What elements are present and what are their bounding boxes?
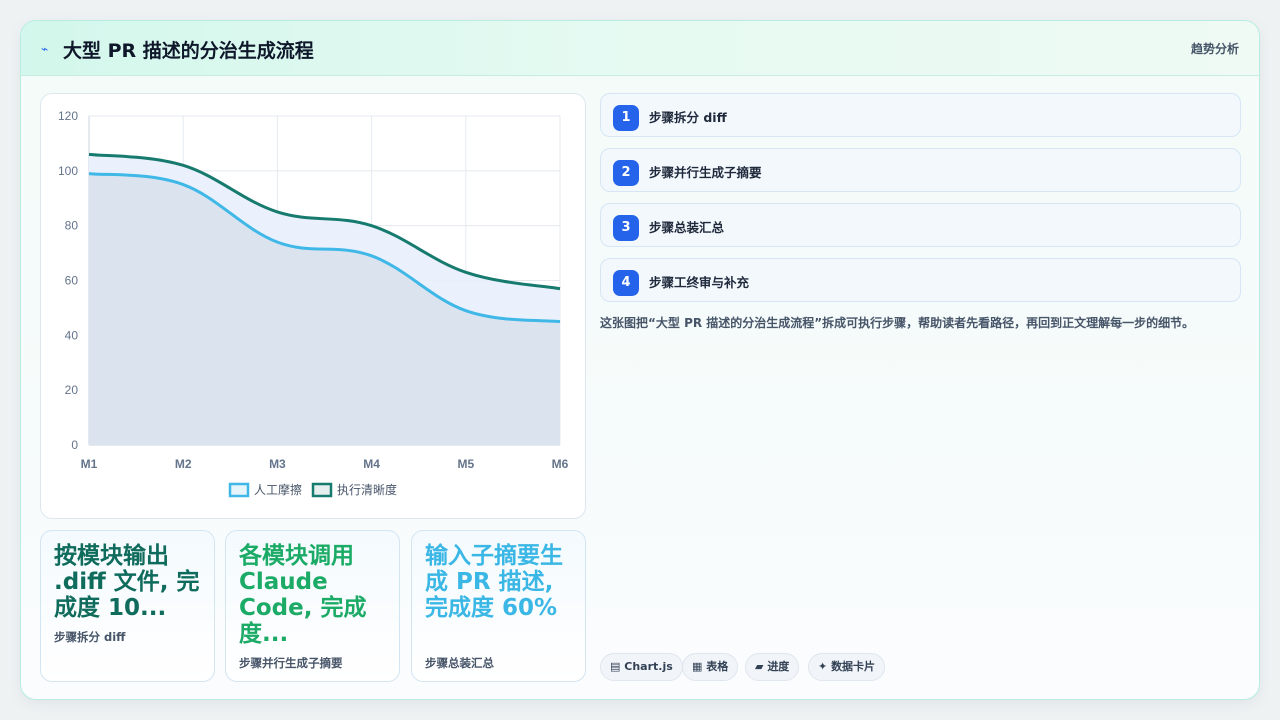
tag-progress[interactable]: ▰ 进度 [745,653,800,681]
tag-label: 数据卡片 [831,660,876,673]
main-card: ⌁ 大型 PR 描述的分治生成流程 趋势分析 0 20 40 60 80 100 120 M1… [20,20,1260,700]
stat-label: 步骤总装汇总 [425,656,494,670]
y-tick-label: 100 [58,164,78,178]
chart-icon: ▤ [610,660,621,673]
step-item[interactable]: 1 步骤拆分 diff [600,93,1241,137]
y-tick-label: 60 [65,274,79,288]
step-number: 1 [613,105,639,131]
trend-analysis-link[interactable]: 趋势分析 [1191,40,1239,57]
stat-card: 各模块调用 Claude Code, 完成度... 步骤并行生成子摘要 [225,530,400,682]
x-tick-label: M5 [457,457,474,471]
x-tick-label: M3 [269,457,286,471]
legend-swatch [228,482,250,498]
description: 这张图把“大型 PR 描述的分治生成流程”拆成可执行步骤，帮助读者先看路径，再回… [600,316,1195,330]
stat-value: 按模块输出 .diff 文件, 完成度 10... [54,543,200,621]
stat-value: 输入子摘要生成 PR 描述, 完成度 60% [425,543,563,621]
step-number: 2 [613,160,639,186]
sparkle-icon: ✦ [818,660,828,673]
y-tick-label: 20 [65,383,79,397]
y-tick-label: 0 [71,438,78,452]
header: ⌁ 大型 PR 描述的分治生成流程 趋势分析 [21,21,1259,76]
area-chart: 0 20 40 60 80 100 120 M1 M2 M3 M4 M5 M6 人工摩擦 执行清晰度 [58,109,569,498]
step-item[interactable]: 3 步骤总装汇总 [600,203,1241,247]
step-label: 步骤并行生成子摘要 [649,165,762,180]
x-tick-label: M6 [552,457,569,471]
stat-value: 各模块调用 Claude Code, 完成度... [239,543,367,647]
step-number: 3 [613,215,639,241]
chart-panel: 0 20 40 60 80 100 120 M1 M2 M3 M4 M5 M6 人工摩擦 执行清晰度 [40,93,586,519]
step-list: 1 步骤拆分 diff 2 步骤并行生成子摘要 3 步骤总装汇总 4 步骤工终审… [600,93,1241,313]
x-tick-label: M4 [363,457,380,471]
tag-label: 进度 [767,660,790,673]
stat-label: 步骤并行生成子摘要 [239,656,343,670]
x-tick-label: M2 [175,457,192,471]
step-number: 4 [613,270,639,296]
step-label: 步骤总装汇总 [649,220,725,235]
chart-trend-icon: ⌁ [41,42,49,56]
tag-table[interactable]: ▦ 表格 [682,653,739,681]
x-tick-label: M1 [81,457,98,471]
step-item[interactable]: 4 步骤工终审与补充 [600,258,1241,302]
table-icon: ▦ [692,660,703,673]
step-item[interactable]: 2 步骤并行生成子摘要 [600,148,1241,192]
tag-label: Chart.js [624,660,673,673]
progress-icon: ▰ [755,660,764,673]
stat-label: 步骤拆分 diff [54,630,126,644]
legend-swatch [311,482,333,498]
tag-chartjs[interactable]: ▤ Chart.js [600,653,683,681]
stat-card: 按模块输出 .diff 文件, 完成度 10... 步骤拆分 diff [40,530,215,682]
step-label: 步骤工终审与补充 [649,275,750,290]
stat-card: 输入子摘要生成 PR 描述, 完成度 60% 步骤总装汇总 [411,530,586,682]
y-tick-label: 120 [58,109,78,123]
tag-data-card[interactable]: ✦ 数据卡片 [808,653,886,681]
legend-label: 人工摩擦 [254,482,302,497]
step-label: 步骤拆分 diff [649,110,727,125]
y-tick-label: 40 [65,328,79,342]
tag-label: 表格 [706,660,729,673]
page-title: 大型 PR 描述的分治生成流程 [63,40,314,62]
y-tick-label: 80 [65,219,79,233]
legend-label: 执行清晰度 [337,482,397,497]
